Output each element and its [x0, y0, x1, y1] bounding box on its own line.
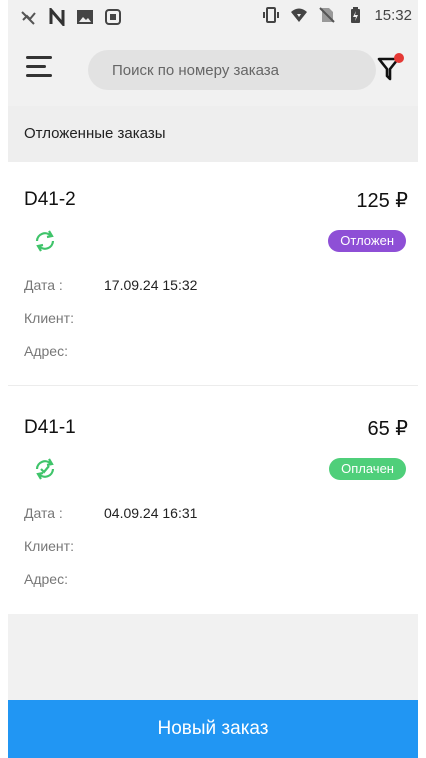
status-time: 15:32 [374, 6, 412, 24]
order-card[interactable]: D41-2 125 ₽ Отложен Дата : 17.09.24 15:32… [8, 164, 418, 386]
order-card[interactable]: D41-1 65 ₽ Оплачен Дата :04.09.24 16:31 … [8, 392, 418, 614]
menu-icon-line [26, 56, 52, 59]
list-empty-area [8, 614, 418, 700]
menu-icon-line [26, 65, 46, 68]
app-bar [8, 32, 418, 106]
order-id: D41-2 [24, 189, 76, 210]
address-row: Адрес: [24, 571, 104, 587]
client-label: Клиент: [24, 538, 74, 554]
n-icon [49, 8, 65, 26]
filter-active-dot [394, 53, 404, 63]
filter-button[interactable] [376, 52, 404, 82]
address-row: Адрес: [24, 343, 104, 359]
section-header: Отложенные заказы [8, 106, 418, 162]
image-icon [77, 10, 93, 24]
search-box[interactable] [88, 50, 376, 90]
address-label: Адрес: [24, 343, 68, 359]
date-value: 17.09.24 15:32 [104, 277, 198, 293]
search-input[interactable] [88, 50, 376, 90]
status-icons-right: 15:32 [262, 6, 412, 24]
date-label: Дата : [24, 277, 63, 293]
order-id: D41-1 [24, 417, 76, 438]
client-row: Клиент: [24, 538, 104, 554]
new-order-button[interactable]: Новый заказ [8, 700, 418, 758]
client-row: Клиент: [24, 310, 104, 326]
menu-button[interactable] [26, 56, 52, 78]
vibrate-icon [263, 7, 280, 23]
section-title: Отложенные заказы [24, 125, 166, 142]
order-price: 65 ₽ [367, 418, 408, 440]
menu-icon-line [26, 74, 52, 77]
client-label: Клиент: [24, 310, 74, 326]
wifi-icon [291, 8, 308, 22]
date-row: Дата : 17.09.24 15:32 [24, 277, 197, 293]
signal-off-icon [21, 11, 36, 25]
status-badge: Отложен [328, 230, 406, 252]
sync-check-icon [35, 458, 55, 480]
sync-icon [35, 230, 55, 252]
date-row: Дата : 04.09.24 16:31 [24, 505, 197, 521]
filter-icon [377, 53, 404, 81]
no-sim-icon [319, 7, 336, 23]
screen-icon [105, 9, 121, 25]
date-value: 04.09.24 16:31 [104, 505, 198, 521]
date-label: Дата : [24, 505, 63, 521]
status-badge: Оплачен [329, 458, 406, 480]
battery-charging-icon [351, 7, 361, 23]
order-price: 125 ₽ [356, 190, 408, 212]
status-icons-left [20, 8, 122, 26]
status-bar: 15:32 [8, 0, 418, 32]
address-label: Адрес: [24, 571, 68, 587]
